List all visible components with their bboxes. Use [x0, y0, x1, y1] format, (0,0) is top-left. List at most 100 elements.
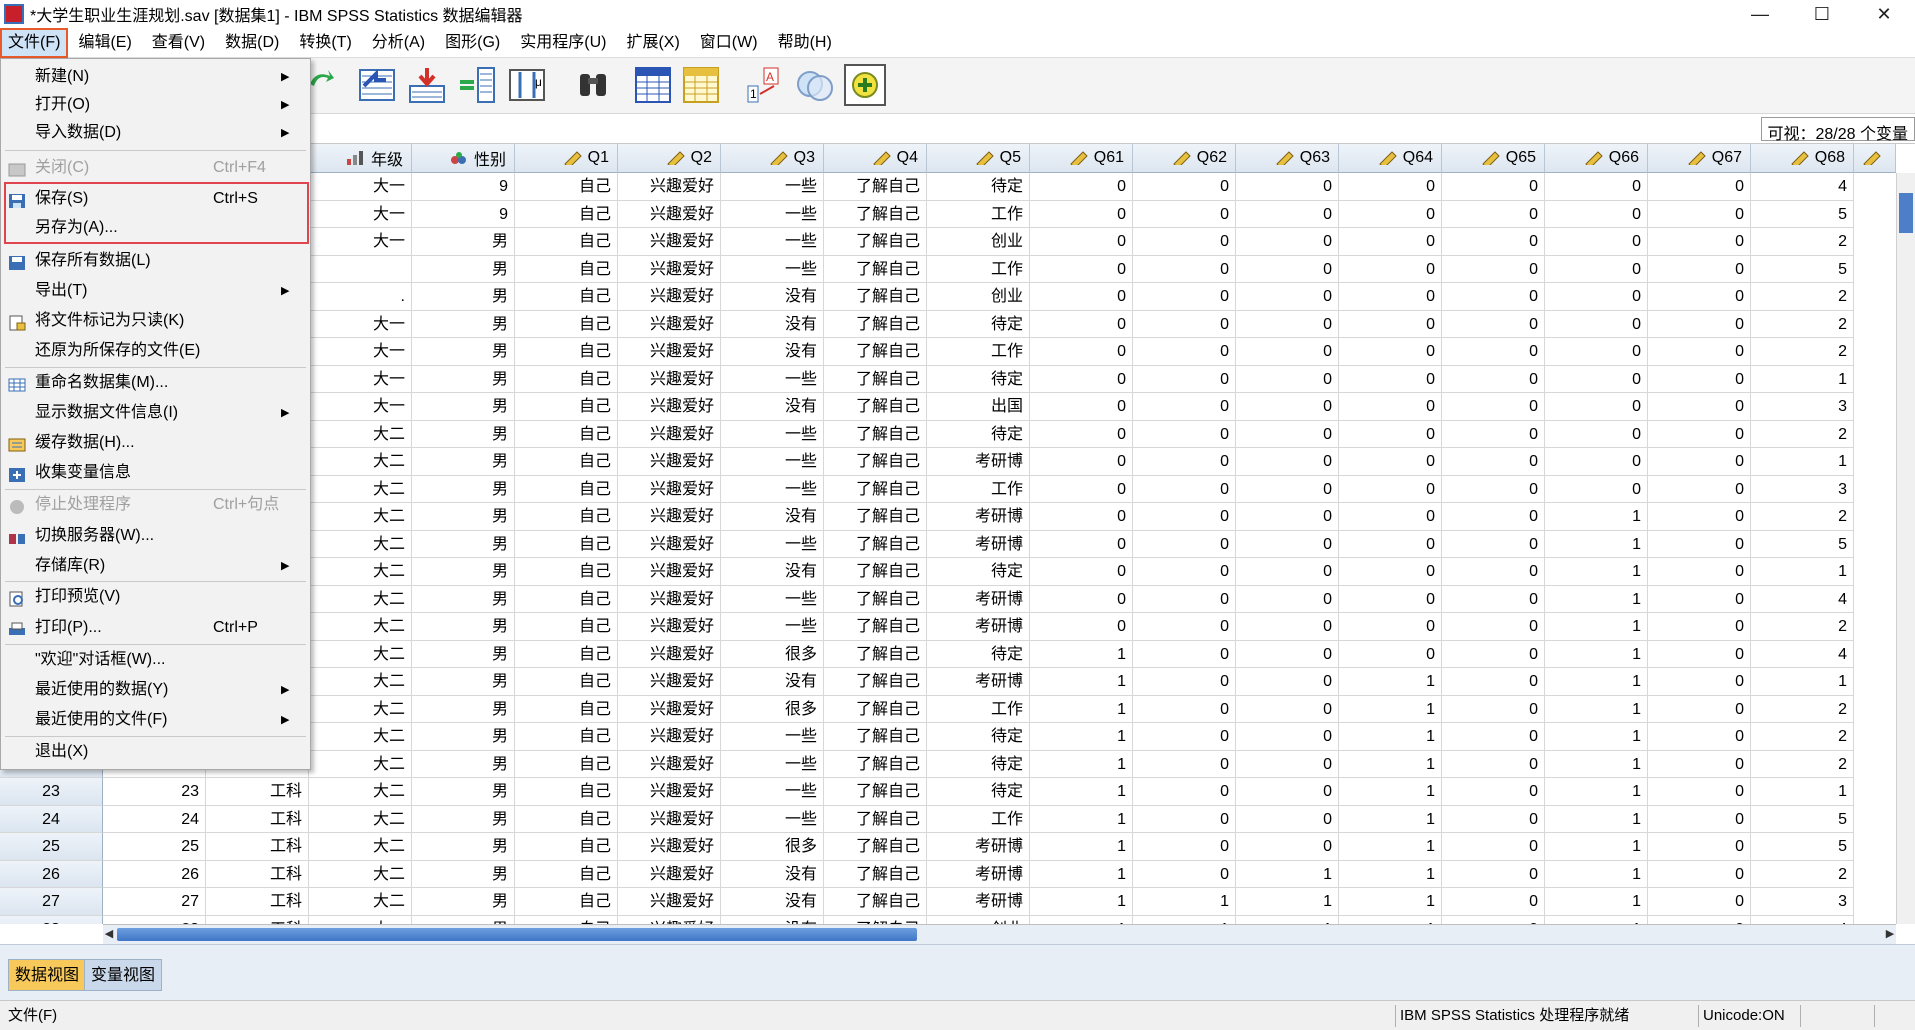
- table-cell[interactable]: 0: [1648, 530, 1751, 558]
- table-cell[interactable]: 0: [1545, 283, 1648, 311]
- table-cell[interactable]: 1: [1133, 888, 1236, 916]
- table-cell[interactable]: 0: [1442, 310, 1545, 338]
- table-cell[interactable]: 1: [1339, 695, 1442, 723]
- table-cell[interactable]: 很多: [721, 640, 824, 668]
- table-cell[interactable]: 自己: [515, 723, 618, 751]
- table-cell[interactable]: 0: [1545, 255, 1648, 283]
- table-cell[interactable]: 0: [1133, 255, 1236, 283]
- table-cell[interactable]: 大二: [309, 585, 412, 613]
- table-cell[interactable]: 0: [1648, 915, 1751, 924]
- table-cell[interactable]: 0: [1236, 310, 1339, 338]
- table-cell[interactable]: 兴趣爱好: [618, 228, 721, 256]
- table-cell[interactable]: 0: [1236, 420, 1339, 448]
- table-cell[interactable]: 了解自己: [824, 915, 927, 924]
- table-cell[interactable]: 大一: [309, 228, 412, 256]
- table-cell[interactable]: 大一: [309, 200, 412, 228]
- table-cell[interactable]: 工科: [206, 805, 309, 833]
- table-cell[interactable]: 了解自己: [824, 393, 927, 421]
- table-cell[interactable]: 大二: [309, 778, 412, 806]
- table-cell[interactable]: 0: [1030, 310, 1133, 338]
- col-header-q61[interactable]: Q61: [1030, 144, 1133, 173]
- col-header-q1[interactable]: Q1: [515, 144, 618, 173]
- table-cell[interactable]: 自己: [515, 365, 618, 393]
- table-cell[interactable]: 兴趣爱好: [618, 585, 721, 613]
- table-cell[interactable]: 0: [1648, 860, 1751, 888]
- table-cell[interactable]: 4: [1751, 640, 1854, 668]
- table-cell[interactable]: 待定: [927, 723, 1030, 751]
- table-cell[interactable]: 0: [1339, 475, 1442, 503]
- table-cell[interactable]: 了解自己: [824, 860, 927, 888]
- table-cell[interactable]: 自己: [515, 695, 618, 723]
- maximize-button[interactable]: ☐: [1791, 0, 1853, 28]
- table-cell[interactable]: 兴趣爱好: [618, 365, 721, 393]
- table-cell[interactable]: 1: [1030, 695, 1133, 723]
- menu-item-new[interactable]: 新建(N) ▶: [1, 63, 310, 91]
- table-cell[interactable]: 兴趣爱好: [618, 503, 721, 531]
- weight-cases-icon[interactable]: 1A: [744, 64, 786, 106]
- table-cell[interactable]: 待定: [927, 310, 1030, 338]
- table-cell[interactable]: 0: [1442, 393, 1545, 421]
- table-cell[interactable]: 自己: [515, 640, 618, 668]
- col-header-q5[interactable]: Q5: [927, 144, 1030, 173]
- table-cell[interactable]: 0: [1442, 448, 1545, 476]
- table-cell[interactable]: 一些: [721, 365, 824, 393]
- table-cell[interactable]: 0: [1648, 310, 1751, 338]
- find-icon[interactable]: [572, 64, 614, 106]
- table-cell[interactable]: 0: [1648, 393, 1751, 421]
- value-labels-icon[interactable]: μ: [506, 64, 548, 106]
- table-cell[interactable]: 0: [1030, 613, 1133, 641]
- table-cell[interactable]: 没有: [721, 283, 824, 311]
- menu-item-switch-server[interactable]: 切换服务器(W)...: [1, 522, 310, 550]
- row-header[interactable]: 23: [0, 778, 103, 806]
- table-cell[interactable]: 0: [1648, 723, 1751, 751]
- table-cell[interactable]: 一些: [721, 750, 824, 778]
- table-cell[interactable]: 男: [412, 310, 515, 338]
- table-cell[interactable]: 0: [1648, 778, 1751, 806]
- table-cell[interactable]: 考研博: [927, 585, 1030, 613]
- table-cell[interactable]: 工科: [206, 860, 309, 888]
- table-cell[interactable]: 1: [1339, 778, 1442, 806]
- table-cell[interactable]: 0: [1442, 338, 1545, 366]
- table-cell[interactable]: 兴趣爱好: [618, 778, 721, 806]
- table-cell[interactable]: 0: [1442, 695, 1545, 723]
- table-cell[interactable]: 工科: [206, 778, 309, 806]
- table-cell[interactable]: 0: [1648, 668, 1751, 696]
- table-cell[interactable]: 兴趣爱好: [618, 283, 721, 311]
- table-cell[interactable]: 0: [1133, 365, 1236, 393]
- table-cell[interactable]: 0: [1339, 530, 1442, 558]
- table-cell[interactable]: 兴趣爱好: [618, 613, 721, 641]
- table-cell[interactable]: [309, 255, 412, 283]
- row-header[interactable]: 26: [0, 860, 103, 888]
- table-cell[interactable]: 一些: [721, 228, 824, 256]
- table-cell[interactable]: 1: [1751, 778, 1854, 806]
- col-header-q62[interactable]: Q62: [1133, 144, 1236, 173]
- table-cell[interactable]: 自己: [515, 778, 618, 806]
- table-cell[interactable]: 一些: [721, 173, 824, 201]
- table-cell[interactable]: 大二: [309, 640, 412, 668]
- table-cell[interactable]: 0: [1133, 283, 1236, 311]
- menu-extensions[interactable]: 扩展(X): [616, 28, 689, 58]
- table-cell[interactable]: 5: [1751, 200, 1854, 228]
- table-cell[interactable]: 0: [1030, 173, 1133, 201]
- table-cell[interactable]: 0: [1648, 365, 1751, 393]
- table-cell[interactable]: 0: [1133, 668, 1236, 696]
- table-cell[interactable]: 工作: [927, 475, 1030, 503]
- table-cell[interactable]: 男: [412, 640, 515, 668]
- table-cell[interactable]: 0: [1442, 420, 1545, 448]
- table-cell[interactable]: 了解自己: [824, 723, 927, 751]
- table-cell[interactable]: 创业: [927, 283, 1030, 311]
- minimize-button[interactable]: —: [1729, 0, 1791, 28]
- table-cell[interactable]: 兴趣爱好: [618, 695, 721, 723]
- table-cell[interactable]: 了解自己: [824, 448, 927, 476]
- table-cell[interactable]: 0: [1133, 613, 1236, 641]
- table-cell[interactable]: 0: [1236, 640, 1339, 668]
- table-cell[interactable]: 25: [103, 833, 206, 861]
- table-cell[interactable]: 大一: [309, 365, 412, 393]
- table-cell[interactable]: 兴趣爱好: [618, 448, 721, 476]
- table-cell[interactable]: 0: [1133, 805, 1236, 833]
- table-cell[interactable]: 0: [1442, 640, 1545, 668]
- table-cell[interactable]: 0: [1545, 338, 1648, 366]
- table-cell[interactable]: 0: [1133, 778, 1236, 806]
- table-cell[interactable]: 了解自己: [824, 833, 927, 861]
- table-cell[interactable]: 兴趣爱好: [618, 173, 721, 201]
